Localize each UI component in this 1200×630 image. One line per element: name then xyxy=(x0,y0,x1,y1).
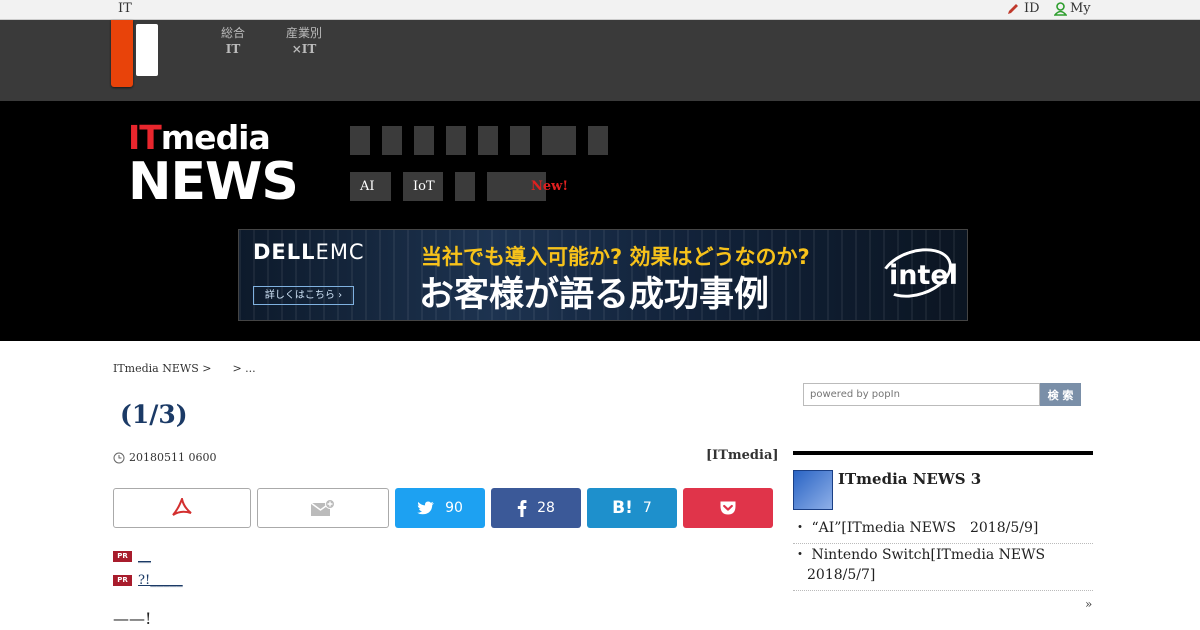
category-nav-item[interactable] xyxy=(446,126,466,155)
category-nav-item[interactable] xyxy=(414,126,434,155)
sidebar-section-title: ITmedia NEWS 3 xyxy=(838,470,982,488)
pr-link[interactable]: ?!_____ xyxy=(138,573,183,588)
category-nav-item[interactable] xyxy=(588,126,608,155)
mail-plus-icon xyxy=(310,499,335,516)
ad-more-button[interactable]: 詳しくはこちら › xyxy=(253,286,354,305)
sidebar-more-link[interactable]: » xyxy=(1085,597,1092,611)
hatena-icon: B! xyxy=(612,498,633,518)
pencil-icon xyxy=(1008,3,1018,14)
network-header: 総合 IT 産業別 ×IT xyxy=(0,20,1200,101)
category-nav-item[interactable] xyxy=(382,126,402,155)
user-icon xyxy=(1054,1,1067,16)
sidebar-list-item[interactable]: ・ Nintendo Switch[ITmedia NEWS 2018/5/7] xyxy=(793,542,1093,591)
nav-sangyo-line1: 産業別 xyxy=(286,26,323,40)
twitter-share-button[interactable]: 90 xyxy=(395,488,485,528)
site-logo[interactable]: ITmedia NEWS xyxy=(128,121,299,212)
clock-icon xyxy=(113,452,125,463)
search-button[interactable]: 検 索 xyxy=(1040,383,1081,406)
network-logo[interactable] xyxy=(111,20,133,87)
breadcrumb: ITmedia NEWS > > ... xyxy=(113,362,256,375)
facebook-count: 28 xyxy=(537,500,555,516)
twitter-icon xyxy=(417,501,435,514)
pr-badge: PR xyxy=(113,575,132,586)
id-link[interactable]: ID xyxy=(1006,1,1040,16)
pr-badge: PR xyxy=(113,551,132,562)
tag-ai[interactable]: AI xyxy=(350,172,391,201)
hatena-bookmark-button[interactable]: B! 7 xyxy=(587,488,677,528)
pr-link-row: PR ?!_____ xyxy=(113,573,183,588)
category-nav-item[interactable] xyxy=(350,126,370,155)
pocket-button[interactable] xyxy=(683,488,773,528)
category-nav-item[interactable] xyxy=(542,126,576,155)
pocket-icon xyxy=(720,501,736,515)
network-logo-mark xyxy=(136,24,158,76)
facebook-share-button[interactable]: 28 xyxy=(491,488,581,528)
my-link[interactable]: My xyxy=(1054,1,1091,16)
id-label: ID xyxy=(1024,1,1040,16)
byline: [ITmedia] xyxy=(706,448,779,463)
tag-iot[interactable]: IoT xyxy=(403,172,443,201)
nav-sangyo[interactable]: 産業別 ×IT xyxy=(286,25,322,57)
sidebar-divider xyxy=(793,451,1093,455)
category-nav-item[interactable] xyxy=(478,126,498,155)
breadcrumb-current: > ... xyxy=(232,362,256,375)
newsletter-mail-icon xyxy=(793,470,833,510)
my-label: My xyxy=(1070,1,1091,16)
pr-link[interactable]: __ xyxy=(138,549,151,564)
pdf-icon xyxy=(172,498,192,516)
ad-banner[interactable]: DELLEMC 詳しくはこちら › 当社でも導入可能か? 効果はどうなのか? お… xyxy=(238,229,968,321)
facebook-icon xyxy=(517,500,527,517)
article-date: 20180511 0600 xyxy=(113,451,216,464)
pdf-button[interactable] xyxy=(113,488,251,528)
ad-headline-2: お客様が語る成功事例 xyxy=(419,275,770,315)
nav-sogo-line2: IT xyxy=(225,42,241,56)
tag-item[interactable] xyxy=(455,172,475,201)
new-badge: New! xyxy=(531,179,569,194)
date-text: 20180511 0600 xyxy=(129,451,217,464)
save-clip-button[interactable] xyxy=(257,488,389,528)
top-bar: IT ID My xyxy=(0,0,1200,20)
masthead: ITmedia NEWS AI IoT New! DELLEMC 詳しくはこちら… xyxy=(0,101,1200,341)
ad-intel-logo: intel xyxy=(889,260,958,291)
article-title: (1/3) xyxy=(120,400,188,429)
sidebar-list-item[interactable]: ・ “AI”[ITmedia NEWS 2018/5/9] xyxy=(793,515,1093,544)
hatena-count: 7 xyxy=(642,500,652,516)
twitter-count: 90 xyxy=(445,500,463,516)
nav-sogo-line1: 総合 xyxy=(221,26,246,40)
nav-sangyo-line2: ×IT xyxy=(291,42,317,56)
ad-dellemc-logo: DELLEMC xyxy=(253,240,365,264)
search-input[interactable] xyxy=(803,383,1040,406)
article-lead: ——! xyxy=(113,609,152,628)
category-nav-item[interactable] xyxy=(510,126,530,155)
pr-link-row: PR __ xyxy=(113,549,151,564)
top-it-link[interactable]: IT xyxy=(118,1,132,16)
breadcrumb-home[interactable]: ITmedia NEWS > xyxy=(113,362,211,375)
nav-sogo[interactable]: 総合 IT xyxy=(221,25,245,57)
logo-news: NEWS xyxy=(128,152,299,212)
